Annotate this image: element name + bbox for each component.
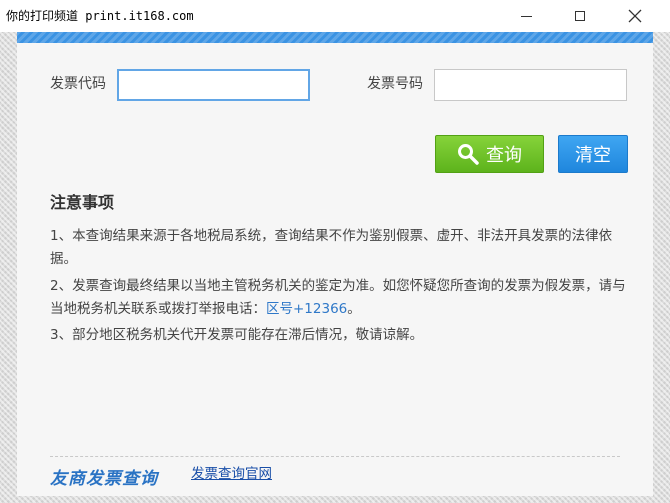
search-button[interactable]: 查询 — [435, 135, 544, 173]
invoice-number-label: 发票号码 — [367, 76, 423, 92]
invoice-number-input[interactable] — [434, 69, 627, 101]
search-icon — [457, 143, 479, 165]
official-site-link[interactable]: 发票查询官网 — [191, 462, 272, 482]
minimize-icon — [520, 15, 532, 17]
note-item-3: 3、部分地区税务机关代开发票可能存在滞后情况，敬请谅解。 — [50, 327, 424, 343]
report-phone-number: 区号+12366 — [266, 301, 348, 317]
note-item-1: 1、本查询结果来源于各地税局系统，查询结果不作为鉴别假票、虚开、非法开具发票的法… — [50, 228, 613, 267]
invoice-code-label: 发票代码 — [50, 76, 106, 92]
window-titlebar: 你的打印频道 print.it168.com — [0, 0, 670, 32]
note-item-2: 2、发票查询最终结果以当地主管税务机关的鉴定为准。如您怀疑您所查询的发票为假发票… — [50, 275, 635, 321]
search-button-label: 查询 — [486, 145, 522, 166]
maximize-button[interactable] — [557, 0, 603, 32]
footer-divider — [50, 456, 620, 457]
invoice-query-dialog: 发票代码 发票号码 查询 清空 注意事项 1、本查询结果来源于各地税局系统，查询… — [17, 32, 653, 496]
close-icon — [628, 9, 642, 23]
window-title: 你的打印频道 print.it168.com — [6, 9, 194, 23]
header-accent-bar — [17, 32, 653, 43]
note-item-2-end: 。 — [347, 301, 361, 317]
minimize-button[interactable] — [503, 0, 549, 32]
brand-logo: 友商发票查询 — [50, 469, 158, 489]
close-button[interactable] — [612, 0, 658, 32]
clear-button[interactable]: 清空 — [558, 135, 628, 173]
clear-button-label: 清空 — [575, 145, 611, 166]
invoice-code-input[interactable] — [117, 69, 310, 101]
maximize-icon — [575, 11, 585, 21]
notes-title: 注意事项 — [50, 193, 115, 212]
